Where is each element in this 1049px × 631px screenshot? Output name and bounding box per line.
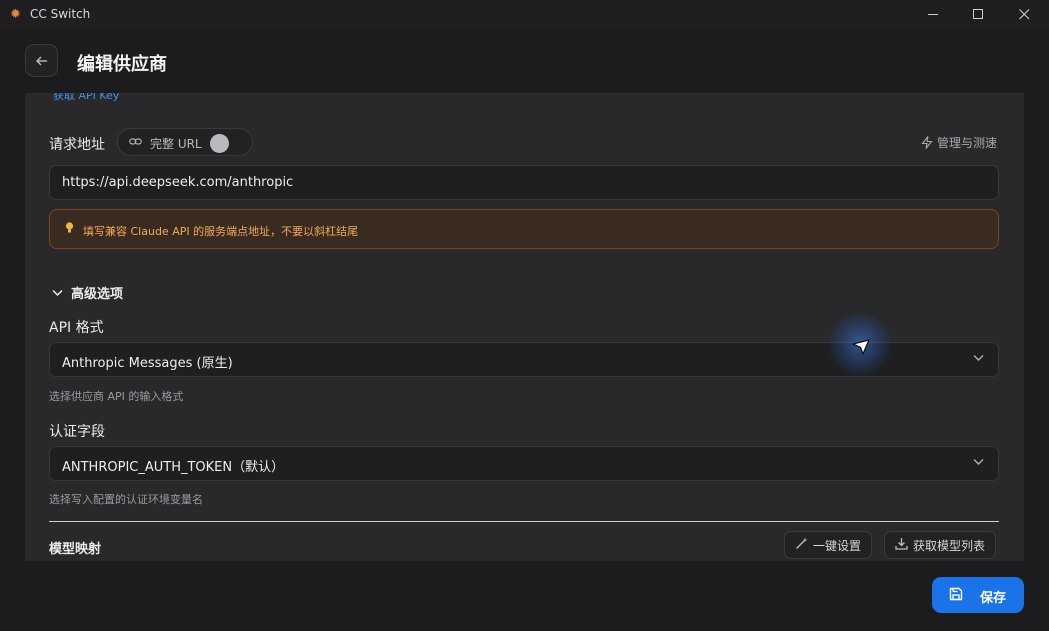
auth-field-label: 认证字段 [49, 424, 105, 440]
minimize-button[interactable] [910, 0, 956, 29]
download-icon [895, 537, 908, 553]
magic-wand-icon [795, 537, 808, 553]
floppy-disk-icon [949, 587, 963, 605]
arrow-left-icon [35, 56, 47, 65]
api-format-value: Anthropic Messages (原生) [62, 356, 233, 371]
maximize-button[interactable] [955, 0, 1001, 29]
close-button[interactable] [1001, 0, 1047, 29]
lightbulb-icon [65, 222, 74, 237]
endpoint-label: 请求地址 [49, 137, 105, 153]
get-api-key-link[interactable]: 获取 API Key [53, 93, 119, 103]
api-format-label: API 格式 [49, 320, 104, 336]
auth-field-value: ANTHROPIC_AUTH_TOKEN（默认） [62, 460, 285, 475]
back-button[interactable] [25, 44, 58, 77]
chevron-down-icon [52, 289, 63, 296]
chevron-down-icon [973, 455, 984, 470]
full-url-toggle[interactable]: 完整 URL [117, 128, 253, 156]
one-click-setup-label: 一键设置 [813, 538, 862, 553]
advanced-options-label: 高级选项 [71, 287, 124, 302]
warning-text: 填写兼容 Claude API 的服务端点地址，不要以斜杠结尾 [83, 225, 359, 238]
model-mapping-label: 模型映射 [49, 542, 102, 557]
link-icon [129, 135, 142, 151]
advanced-options-toggle[interactable]: 高级选项 [52, 283, 123, 302]
fetch-models-label: 获取模型列表 [913, 538, 986, 553]
save-label: 保存 [980, 591, 1007, 606]
minimize-icon [927, 14, 938, 15]
page-title: 编辑供应商 [77, 54, 167, 75]
full-url-label: 完整 URL [150, 137, 202, 151]
one-click-setup-button[interactable]: 一键设置 [784, 531, 873, 559]
manage-speedtest-label: 管理与测速 [937, 136, 998, 150]
fetch-models-button[interactable]: 获取模型列表 [884, 531, 997, 559]
maximize-icon [972, 9, 983, 19]
window-title: CC Switch [30, 7, 91, 21]
save-button[interactable]: 保存 [932, 577, 1024, 613]
mouse-cursor-icon [852, 339, 870, 355]
app-logo-icon: ✹ [10, 7, 21, 22]
api-format-hint: 选择供应商 API 的输入格式 [49, 390, 184, 403]
endpoint-url-input[interactable]: https://api.deepseek.com/anthropic [49, 165, 999, 200]
auth-field-select[interactable]: ANTHROPIC_AUTH_TOKEN（默认） [49, 446, 999, 481]
close-icon [1018, 9, 1029, 20]
manage-speedtest-button[interactable]: 管理与测速 [921, 134, 997, 151]
page-header: 编辑供应商 [0, 29, 1049, 95]
endpoint-url-value: https://api.deepseek.com/anthropic [62, 175, 294, 190]
auth-field-hint: 选择写入配置的认证环境变量名 [49, 493, 203, 506]
endpoint-warning: 填写兼容 Claude API 的服务端点地址，不要以斜杠结尾 [49, 209, 999, 249]
chevron-down-icon [973, 351, 984, 366]
title-bar: ✹ CC Switch [0, 0, 1049, 29]
section-divider [49, 521, 999, 522]
lightning-icon [921, 136, 933, 149]
toggle-knob [210, 134, 229, 153]
